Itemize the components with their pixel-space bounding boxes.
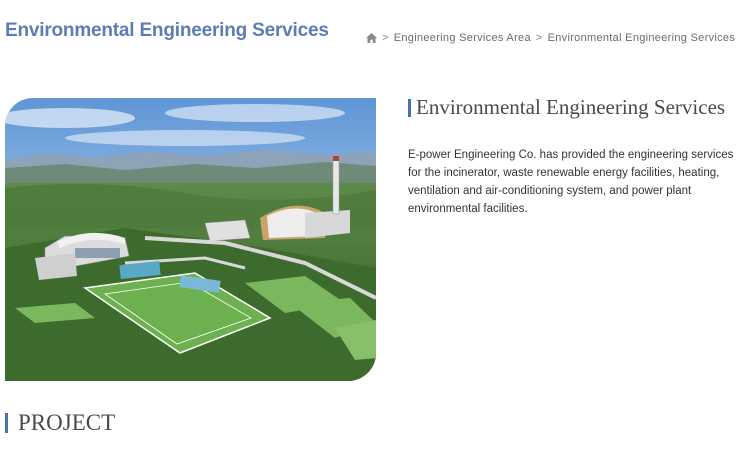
page-title: Environmental Engineering Services xyxy=(5,20,329,41)
home-icon[interactable] xyxy=(366,33,377,43)
heading-accent-bar xyxy=(408,98,411,117)
project-heading: PROJECT xyxy=(5,410,115,436)
section-description: E-power Engineering Co. has provided the… xyxy=(408,149,734,215)
project-heading-text: PROJECT xyxy=(18,410,116,435)
section-heading-text: Environmental Engineering Services xyxy=(416,95,726,119)
hero-image xyxy=(5,98,376,381)
breadcrumb-item-engineering-services-area[interactable]: Engineering Services Area xyxy=(394,32,531,44)
heading-accent-bar xyxy=(5,413,8,433)
chevron-right-icon: > xyxy=(382,32,389,44)
chevron-right-icon: > xyxy=(535,32,543,44)
breadcrumb-item-environmental-engineering-services[interactable]: Environmental Engineering Services xyxy=(548,32,736,44)
section-heading: Environmental Engineering Services xyxy=(408,95,725,120)
breadcrumb: > Engineering Services Area > Environmen… xyxy=(366,31,735,45)
